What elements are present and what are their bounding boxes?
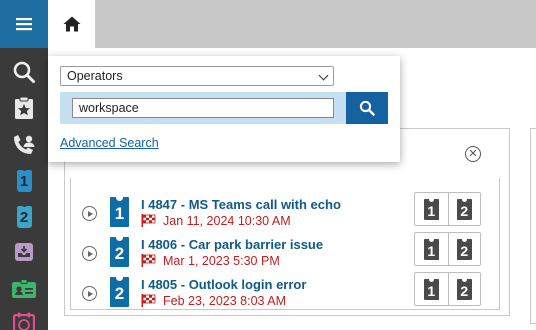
search-scope-select[interactable]: Operators <box>60 66 334 86</box>
priority-ticket-icon: 2 <box>110 237 129 267</box>
home-tab[interactable] <box>48 0 95 48</box>
left-nav-rail: 1 2 <box>0 0 48 330</box>
nav-calls[interactable] <box>9 132 39 158</box>
phone-user-icon <box>14 135 35 154</box>
queue-2-icon: 2 <box>16 204 32 228</box>
assign-queue-2-button[interactable]: 2 <box>447 233 481 265</box>
top-bar <box>48 0 536 48</box>
ticket-actions: 1 2 <box>414 232 481 266</box>
nav-inbox[interactable] <box>9 239 39 265</box>
search-icon <box>359 100 375 116</box>
queue-2-icon: 2 <box>456 238 472 260</box>
ticket-title[interactable]: I 4847 - MS Teams call with echo <box>141 197 341 212</box>
priority-ticket-icon: 1 <box>110 197 129 227</box>
ticket-date: Jan 11, 2024 10:30 AM <box>163 214 291 228</box>
ticket-title[interactable]: I 4805 - Outlook login error <box>141 277 306 292</box>
assign-queue-1-button[interactable]: 1 <box>415 193 448 225</box>
nav-queue-1[interactable]: 1 <box>9 168 39 194</box>
assign-queue-2-button[interactable]: 2 <box>447 193 481 225</box>
close-panel-button[interactable]: ✕ <box>465 146 481 162</box>
queue-1-icon: 1 <box>423 198 439 220</box>
clipboard-star-icon <box>15 96 33 119</box>
hamburger-icon <box>16 18 32 31</box>
ticket-actions: 1 2 <box>414 192 481 226</box>
checkered-flag-icon <box>141 214 156 227</box>
checkered-flag-icon <box>141 254 156 267</box>
priority-ticket-icon: 2 <box>110 277 129 307</box>
queue-2-icon: 2 <box>456 278 472 300</box>
adjacent-panel-edge <box>530 128 536 324</box>
ticket-date: Mar 1, 2023 5:30 PM <box>163 254 280 268</box>
queue-1-icon: 1 <box>423 238 439 260</box>
nav-schedule[interactable] <box>9 310 39 330</box>
queue-1-icon: 1 <box>16 168 32 192</box>
queue-2-icon: 2 <box>456 198 472 220</box>
chevron-down-icon <box>318 70 329 81</box>
play-icon[interactable] <box>82 246 97 261</box>
search-button[interactable] <box>346 92 388 124</box>
advanced-search-link[interactable]: Advanced Search <box>60 136 159 150</box>
nav-clipboard[interactable] <box>9 95 39 121</box>
assign-queue-2-button[interactable]: 2 <box>447 273 481 305</box>
ticket-row[interactable]: 2 I 4805 - Outlook login error Feb 23, 2… <box>80 272 500 313</box>
close-icon: ✕ <box>468 147 478 160</box>
nav-contacts[interactable] <box>9 276 39 302</box>
ticket-row[interactable]: 1 I 4847 - MS Teams call with echo Jan 1… <box>80 192 500 233</box>
search-icon <box>13 61 35 83</box>
ticket-actions: 1 2 <box>414 272 481 306</box>
ticket-row[interactable]: 2 I 4806 - Car park barrier issue Mar 1,… <box>80 232 500 273</box>
inbox-icon <box>15 243 33 261</box>
search-input[interactable] <box>72 98 334 118</box>
id-card-icon <box>12 279 36 298</box>
search-popup: Operators Advanced Search <box>48 56 400 162</box>
ticket-title[interactable]: I 4806 - Car park barrier issue <box>141 237 323 252</box>
checkered-flag-icon <box>141 294 156 307</box>
queue-1-icon: 1 <box>423 278 439 300</box>
ticket-date: Feb 23, 2023 8:03 AM <box>163 294 287 308</box>
assign-queue-1-button[interactable]: 1 <box>415 233 448 265</box>
search-input-band <box>60 92 346 124</box>
clock-icon <box>13 312 35 330</box>
play-icon[interactable] <box>82 286 97 301</box>
search-scope-value: Operators <box>67 69 123 83</box>
nav-queue-2[interactable]: 2 <box>9 204 39 230</box>
nav-search[interactable] <box>9 59 39 85</box>
play-icon[interactable] <box>82 206 97 221</box>
assign-queue-1-button[interactable]: 1 <box>415 273 448 305</box>
home-icon <box>63 16 80 32</box>
menu-button[interactable] <box>0 0 48 48</box>
